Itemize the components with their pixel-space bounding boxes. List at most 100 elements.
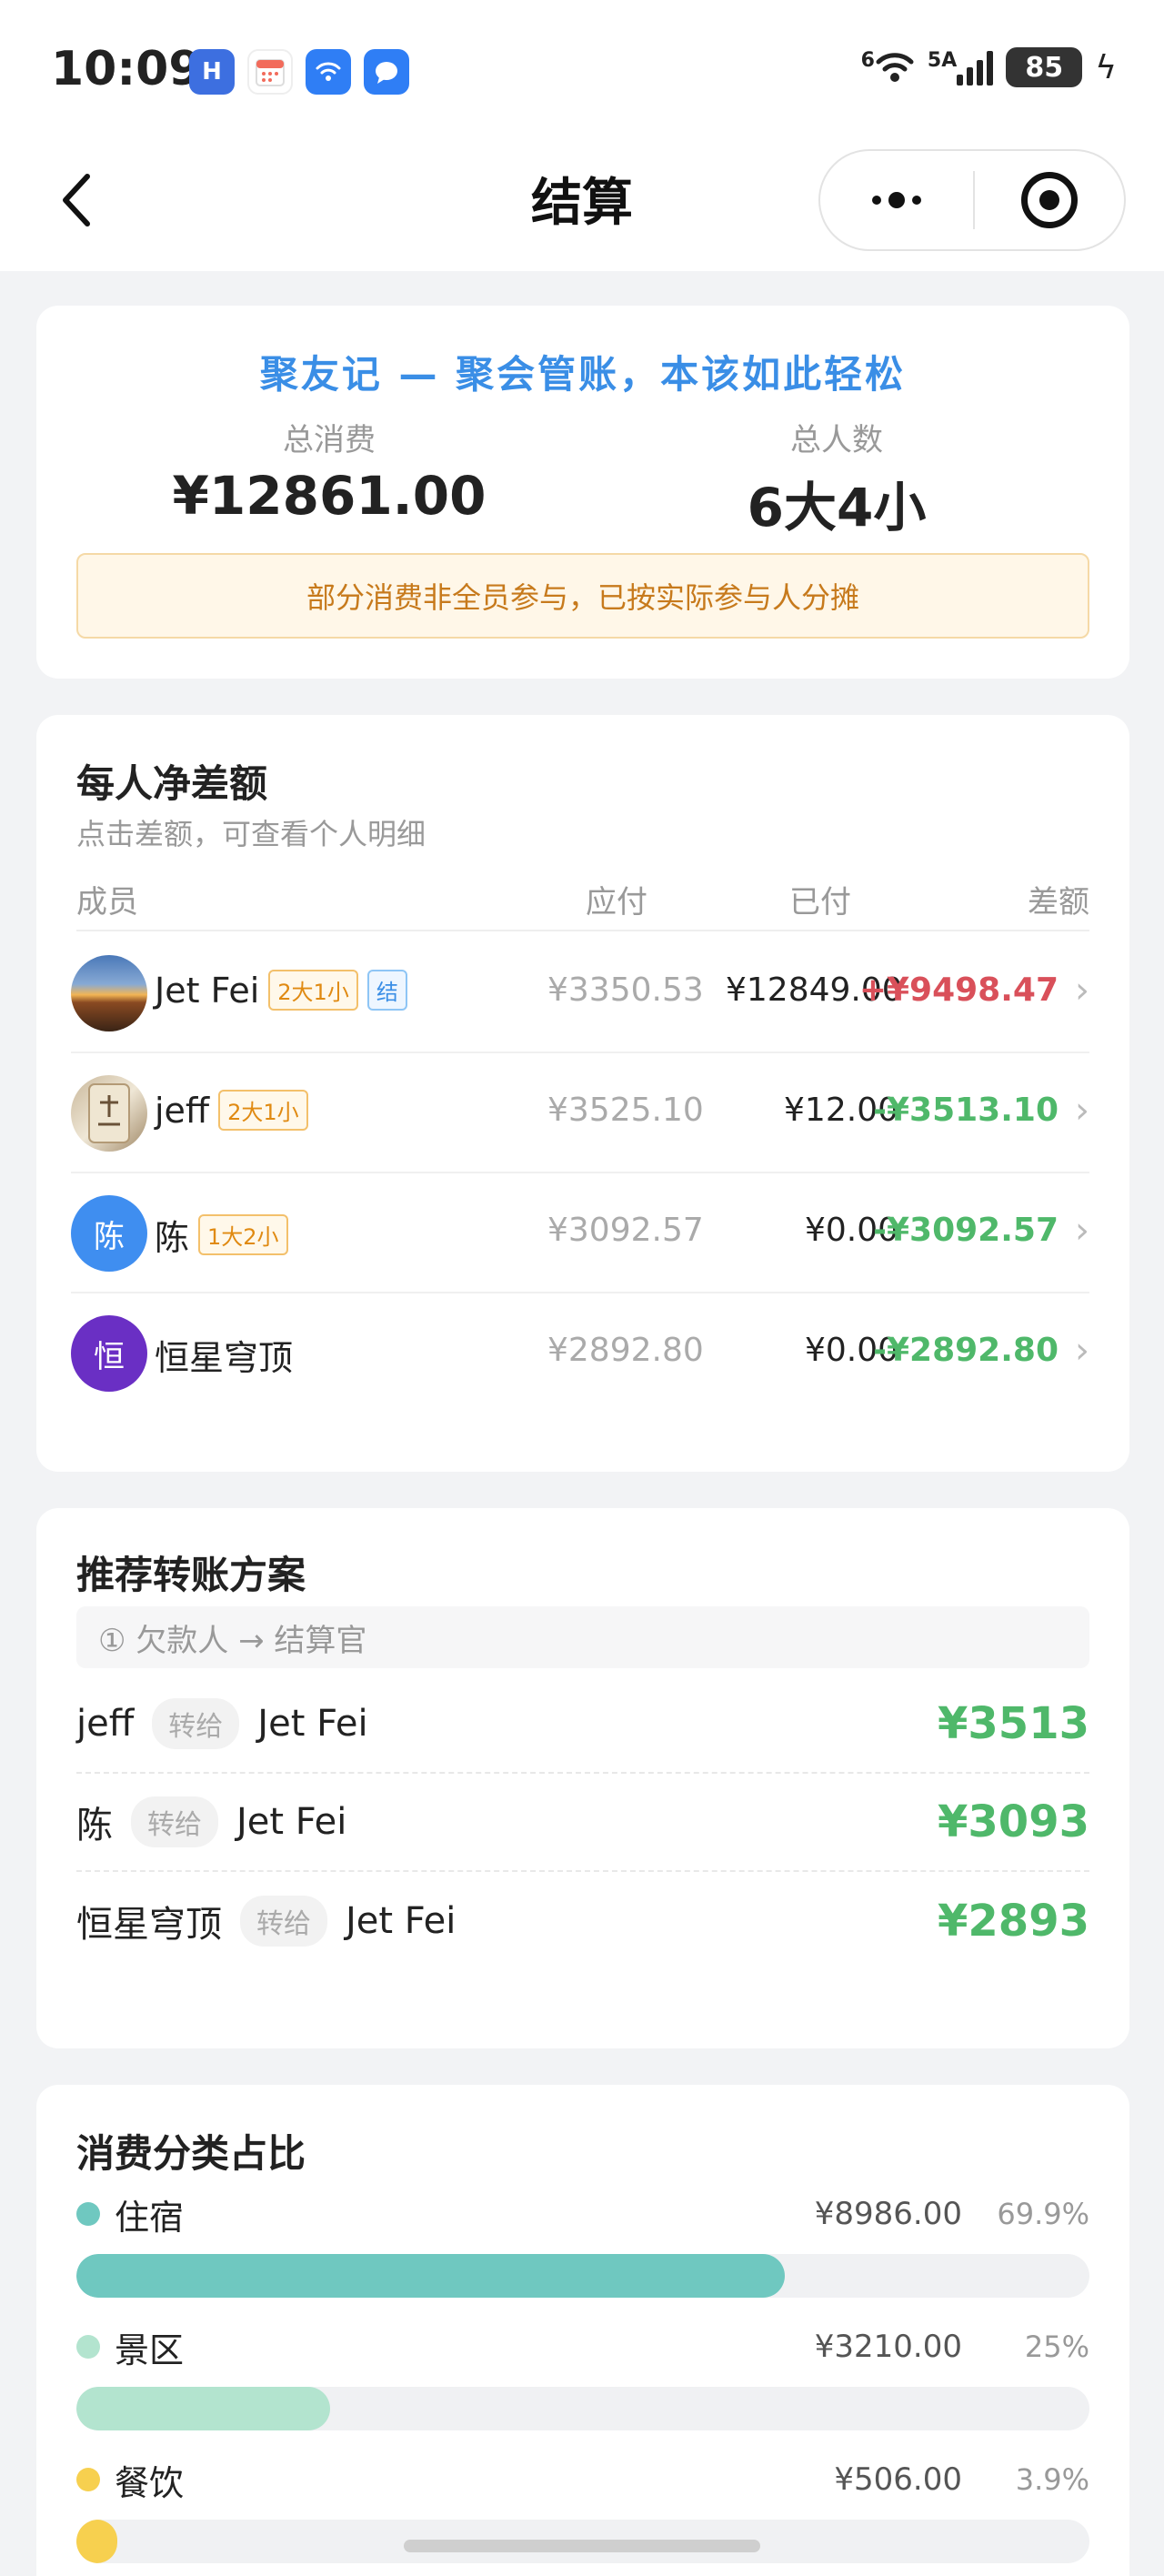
transfers-title: 推荐转账方案 [76,1553,306,1597]
amount-due: ¥3525.10 [547,1092,704,1129]
member-name: jeff [155,1090,210,1131]
avatar [71,1075,147,1152]
total-people: 总人数 6大4小 [655,415,1018,541]
total-spending-label: 总消费 [283,422,376,458]
category-amount: ¥3210.00 [814,2329,962,2365]
chevron-right-icon: › [1075,1090,1089,1132]
category-progress-track [76,2254,1089,2298]
member-name-group: 恒星穹顶 [155,1330,293,1380]
category-percent: 69.9% [997,2197,1089,2231]
amount-diff[interactable]: -¥3513.10 [873,1092,1059,1129]
amount-due: ¥3092.57 [547,1212,704,1249]
summary-card: 聚友记 — 聚会管账，本该如此轻松 总消费 ¥12861.00 总人数 6大4小… [36,306,1129,679]
balance-row-chen[interactable]: 陈 陈 1大2小 ¥3092.57 ¥0.00 -¥3092.57 › [71,1173,1089,1293]
category-dot [76,2468,100,2491]
member-name: Jet Fei [155,970,260,1011]
category-percent: 25% [1024,2329,1089,2364]
transfer-to: Jet Fei [236,1801,347,1843]
category-item: 住宿 ¥8986.00 69.9% [76,2189,1089,2316]
header-diff: 差额 [1028,884,1089,921]
balances-card: 每人净差额 点击差额，可查看个人明细 成员 应付 已付 差额 Jet Fei 2… [36,715,1129,1472]
category-dot [76,2202,100,2226]
category-name: 住宿 [115,2197,185,2238]
category-dot [76,2335,100,2359]
wifi-icon: 6 [861,49,915,86]
category-item: 景区 ¥3210.00 25% [76,2321,1089,2449]
status-indicators: 6 5A 85 ϟ [861,47,1117,87]
amount-due: ¥3350.53 [547,971,704,1009]
more-button[interactable] [820,151,973,249]
cellular-signal-icon: 5A [928,49,994,86]
transfer-amount: ¥2893 [938,1896,1089,1947]
member-name-group: 陈 1大2小 [155,1210,288,1260]
total-people-label: 总人数 [790,422,883,458]
battery-icon: 85 [1006,47,1083,87]
status-bar: 10:09 H 6 5A 85 ϟ [0,0,1164,136]
category-amount: ¥506.00 [834,2461,962,2498]
avatar: 陈 [71,1195,147,1272]
calendar-icon [247,49,293,95]
family-tag: 1大2小 [198,1214,288,1255]
balance-row-hengxing[interactable]: 恒 恒星穹顶 ¥2892.80 ¥0.00 -¥2892.80 › [71,1293,1089,1414]
transfer-item: 陈 转给 Jet Fei ¥3093 [76,1774,1089,1872]
category-progress-fill [76,2387,330,2430]
category-amount: ¥8986.00 [814,2196,962,2232]
charging-icon: ϟ [1095,48,1117,86]
avatar: 恒 [71,1315,147,1392]
brand-slogan: 聚友记 — 聚会管账，本该如此轻松 [259,352,907,397]
balances-table-header: 成员 应付 已付 差额 [76,866,1089,931]
family-tag: 2大1小 [268,970,358,1011]
family-tag: 2大1小 [218,1090,308,1131]
category-item: 餐饮 ¥506.00 3.9% [76,2454,1089,2576]
transfer-item: 恒星穹顶 转给 Jet Fei ¥2893 [76,1872,1089,1970]
home-indicator[interactable] [404,2540,760,2552]
total-spending: 总消费 ¥12861.00 [147,415,511,527]
balance-row-jeff[interactable]: jeff 2大1小 ¥3525.10 ¥12.00 -¥3513.10 › [71,1053,1089,1173]
transfer-item: jeff 转给 Jet Fei ¥3513 [76,1675,1089,1774]
category-row: 景区 ¥3210.00 25% [76,2321,1089,2372]
transfer-to: Jet Fei [346,1900,457,1942]
split-notice: 部分消费非全员参与，已按实际参与人分摊 [76,553,1089,639]
header-due: 应付 [586,884,647,921]
category-name: 餐饮 [115,2462,185,2503]
balances-subtitle: 点击差额，可查看个人明细 [76,817,426,851]
chevron-right-icon: › [1075,1330,1089,1372]
transfer-from: 恒星穹顶 [76,1904,222,1946]
amount-diff[interactable]: -¥2892.80 [873,1332,1059,1369]
balances-title: 每人净差额 [76,761,268,806]
transfer-verb: 转给 [152,1698,240,1749]
chevron-right-icon: › [1075,1210,1089,1252]
categories-title: 消费分类占比 [76,2131,306,2176]
category-progress-track [76,2387,1089,2430]
category-progress-fill [76,2520,117,2563]
category-row: 餐饮 ¥506.00 3.9% [76,2454,1089,2505]
app-notification-icon: H [189,49,235,95]
category-percent: 3.9% [1015,2462,1089,2497]
message-app-icon [364,49,409,95]
category-progress-fill [76,2254,785,2298]
avatar [71,955,147,1031]
header-member: 成员 [76,884,138,921]
amount-due: ¥2892.80 [547,1332,704,1369]
amount-diff[interactable]: -¥3092.57 [873,1212,1059,1249]
member-name: 恒星穹顶 [155,1338,294,1378]
total-people-value: 6大4小 [747,477,927,538]
transfer-to: Jet Fei [257,1703,368,1745]
close-mini-program-button[interactable] [975,151,1124,249]
member-name-group: jeff 2大1小 [155,1090,308,1131]
member-name: 陈 [155,1218,190,1258]
target-icon [1021,172,1078,228]
amount-diff[interactable]: +¥9498.47 [859,971,1059,1009]
mini-program-capsule [818,149,1126,251]
status-time: 10:09 [51,42,202,96]
transfer-verb: 转给 [240,1896,327,1947]
transfer-amount: ¥3513 [938,1698,1089,1749]
transfer-from: jeff [76,1703,135,1745]
balance-row-jet-fei[interactable]: Jet Fei 2大1小 结 ¥3350.53 ¥12849.00 +¥9498… [71,933,1089,1053]
member-name-group: Jet Fei 2大1小 结 [155,970,407,1011]
transfers-hint: ① 欠款人 → 结算官 [76,1606,1089,1668]
chevron-right-icon: › [1075,970,1089,1011]
transfer-amount: ¥3093 [938,1796,1089,1847]
wifi-app-icon [306,49,351,95]
categories-card: 消费分类占比 住宿 ¥8986.00 69.9% 景区 ¥3210.00 25%… [36,2085,1129,2576]
